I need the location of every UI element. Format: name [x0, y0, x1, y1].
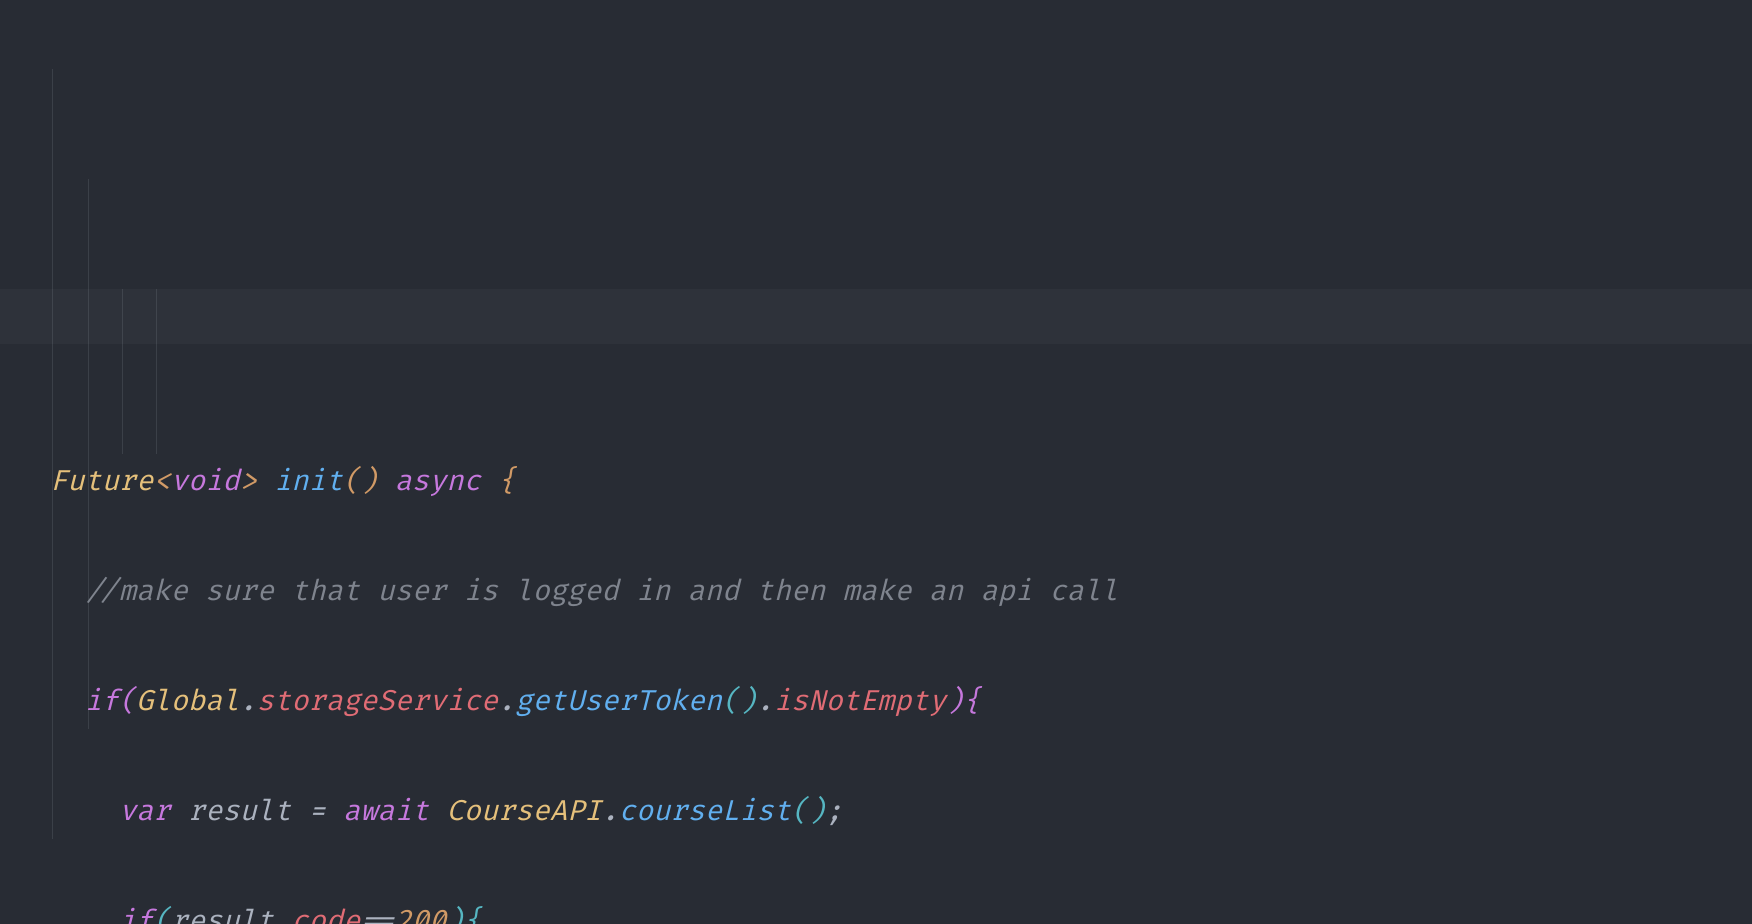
token-function: init	[274, 464, 343, 499]
code-line: Future<void> init() async {	[50, 454, 1752, 509]
code-content: Future<void> init() async { //make sure …	[50, 399, 1752, 924]
code-line: //make sure that user is logged in and t…	[50, 564, 1752, 619]
token-property: isNotEmpty	[774, 684, 946, 719]
code-editor[interactable]: Future<void> init() async { //make sure …	[0, 0, 1752, 924]
token-comment: //make sure that user is logged in and t…	[84, 574, 1118, 609]
token-keyword: if	[84, 684, 118, 719]
token-type: Future	[50, 464, 153, 499]
token-brace: {	[464, 904, 481, 924]
token-identifier: result	[171, 904, 274, 924]
token-operator: ==	[360, 904, 394, 924]
token-function: getUserToken	[515, 684, 722, 719]
token-keyword: if	[119, 904, 153, 924]
token-property: code	[291, 904, 360, 924]
token-parens: ()	[343, 464, 377, 499]
token-paren: (	[119, 684, 136, 719]
code-line: if(Global.storageService.getUserToken().…	[50, 674, 1752, 729]
token-property: storageService	[257, 684, 498, 719]
token-brace: {	[498, 464, 515, 499]
token-keyword: async	[395, 464, 481, 499]
token-brace: {	[963, 684, 980, 719]
token-identifier: result	[188, 794, 291, 829]
token-paren: )	[446, 904, 463, 924]
token-void: void	[171, 464, 240, 499]
token-parens: ()	[722, 684, 756, 719]
code-line: var result = await CourseAPI.courseList(…	[50, 784, 1752, 839]
token-function: courseList	[619, 794, 791, 829]
token-keyword: await	[343, 794, 429, 829]
token-type: Global	[136, 684, 239, 719]
token-keyword: var	[119, 794, 171, 829]
token-angle: >	[240, 464, 257, 499]
token-paren: (	[153, 904, 170, 924]
token-paren: )	[946, 684, 963, 719]
token-angle: <	[153, 464, 170, 499]
token-parens: ()	[791, 794, 825, 829]
code-line: if(result.code==200){	[50, 894, 1752, 924]
token-number: 200	[395, 904, 447, 924]
token-type: CourseAPI	[446, 794, 601, 829]
token-operator: =	[309, 794, 326, 829]
